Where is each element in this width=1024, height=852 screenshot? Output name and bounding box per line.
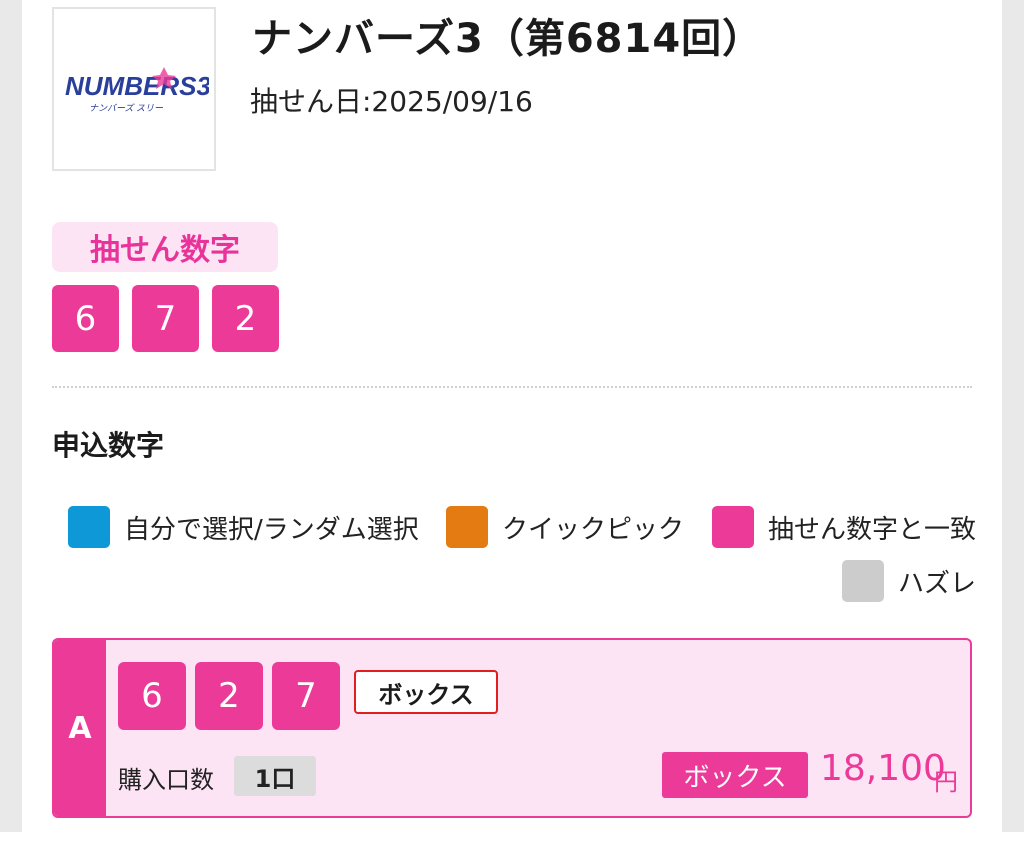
legend-label: 抽せん数字と一致 <box>768 514 977 545</box>
entry-number-ball: 2 <box>195 662 263 730</box>
quantity-label: 購入口数 <box>118 766 214 794</box>
section-divider <box>52 386 972 388</box>
page-title: ナンバーズ3（第6814回） <box>252 16 764 62</box>
numbers3-logo: NUMBERS3 ナンバーズ スリー <box>52 7 216 171</box>
winning-numbers-label: 抽せん数字 <box>52 222 278 272</box>
winning-number-ball: 6 <box>52 285 119 352</box>
quick-pick-swatch <box>446 506 488 548</box>
prize-amount: 18,100 <box>820 748 946 789</box>
entry-mode-badge: ボックス <box>354 670 498 714</box>
miss-swatch <box>842 560 884 602</box>
legend-label: 自分で選択/ランダム選択 <box>124 514 419 545</box>
entry-letter: A <box>54 640 106 816</box>
entry-number-ball: 7 <box>272 662 340 730</box>
legend-item-match: 抽せん数字と一致 <box>712 506 976 548</box>
prize-unit: 円 <box>934 768 958 796</box>
svg-text:ナンバーズ スリー: ナンバーズ スリー <box>89 103 164 113</box>
quantity-value: 1口 <box>234 756 316 796</box>
legend-label: クイックピック <box>502 514 685 545</box>
legend-item-self-select: 自分で選択/ランダム選択 <box>68 506 419 548</box>
entry-row-a: A 6 2 7 ボックス 購入口数 1口 ボックス 18,100 円 <box>52 638 972 818</box>
results-page: NUMBERS3 ナンバーズ スリー ナンバーズ3（第6814回） 抽せん日:2… <box>22 0 1002 832</box>
legend-label: ハズレ <box>898 568 977 599</box>
svg-text:NUMBERS3: NUMBERS3 <box>65 71 209 101</box>
prize-type-badge: ボックス <box>662 752 808 798</box>
match-swatch <box>712 506 754 548</box>
legend-item-quick-pick: クイックピック <box>446 506 684 548</box>
entry-number-ball: 6 <box>118 662 186 730</box>
draw-date: 抽せん日:2025/09/16 <box>250 85 533 118</box>
bottom-strip <box>0 832 1024 852</box>
winning-number-ball: 2 <box>212 285 279 352</box>
winning-number-ball: 7 <box>132 285 199 352</box>
applied-numbers-title: 申込数字 <box>52 429 165 462</box>
self-select-swatch <box>68 506 110 548</box>
legend-item-miss: ハズレ <box>842 560 976 602</box>
